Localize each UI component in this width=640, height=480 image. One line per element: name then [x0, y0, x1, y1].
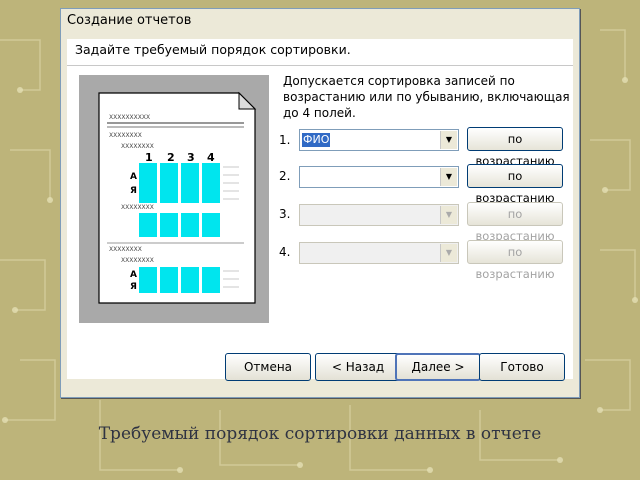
header-divider	[67, 65, 573, 66]
sort-row-1-number: 1.	[279, 133, 291, 147]
sort-field-1-value: ФИО	[302, 133, 331, 147]
preview-sort-glyph-a-2: А	[130, 270, 137, 280]
chevron-down-icon: ▼	[440, 206, 457, 224]
sort-field-3-combo: ▼	[299, 204, 459, 226]
sort-row-3-number: 3.	[279, 207, 291, 221]
preview-group-placeholder-2: XXXXXXXX	[109, 246, 142, 253]
sort-description: Допускается сортировка записей по возрас…	[283, 74, 570, 120]
preview-column-2: 2	[167, 151, 175, 164]
preview-sort-glyph-ya-2: Я	[130, 282, 137, 292]
preview-column-4: 4	[207, 151, 215, 164]
next-button[interactable]: Далее >	[395, 353, 481, 381]
sort-row-2-number: 2.	[279, 169, 291, 183]
sort-order-1-button[interactable]: по возрастанию	[467, 127, 563, 168]
wizard-header: Задайте требуемый порядок сортировки.	[75, 42, 351, 57]
preview-group-placeholder: XXXXXXXX	[109, 132, 142, 139]
sort-field-2-combo[interactable]: ▼	[299, 166, 459, 188]
preview-subgroup-placeholder: XXXXXXXX	[121, 143, 154, 150]
finish-button[interactable]: Готово	[479, 353, 565, 381]
preview-title-placeholder: XXXXXXXXXX	[109, 114, 150, 121]
sort-row-4-number: 4.	[279, 245, 291, 259]
slide-caption: Требуемый порядок сортировки данных в от…	[98, 424, 542, 444]
chevron-down-icon[interactable]: ▼	[440, 168, 457, 186]
report-preview: XXXXXXXXXX XXXXXXXX XXXXXXXX 1 2 3 4 А Я…	[79, 75, 269, 323]
preview-sort-glyph-a: А	[130, 172, 137, 182]
preview-column-1: 1	[145, 151, 153, 164]
chevron-down-icon: ▼	[440, 244, 457, 262]
window-title: Создание отчетов	[61, 9, 579, 33]
sort-field-4-combo: ▼	[299, 242, 459, 264]
report-wizard-window: Создание отчетов Задайте требуемый поряд…	[60, 8, 580, 398]
preview-column-3: 3	[187, 151, 195, 164]
preview-subgroup-placeholder-2: XXXXXXXX	[121, 204, 154, 211]
preview-sort-glyph-ya: Я	[130, 186, 137, 196]
sort-order-2-button[interactable]: по возрастанию	[467, 164, 563, 205]
preview-subgroup-placeholder-3: XXXXXXXX	[121, 257, 154, 264]
cancel-button[interactable]: Отмена	[225, 353, 311, 381]
sort-field-1-combo[interactable]: ФИО ▼	[299, 129, 459, 151]
back-button[interactable]: < Назад	[315, 353, 401, 381]
sort-order-4-button: по возрастанию	[467, 240, 563, 281]
sort-order-3-button: по возрастанию	[467, 202, 563, 243]
chevron-down-icon[interactable]: ▼	[440, 131, 457, 149]
report-preview-illustration: XXXXXXXXXX XXXXXXXX XXXXXXXX 1 2 3 4 А Я…	[98, 91, 257, 304]
